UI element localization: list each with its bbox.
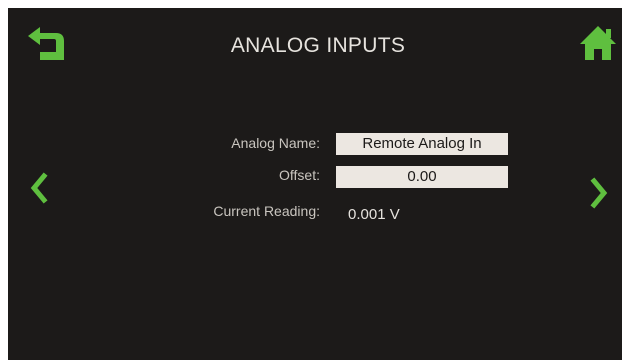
offset-field[interactable]: 0.00 [336,166,508,188]
back-arrow-icon [28,27,64,60]
back-button[interactable] [26,26,66,62]
analog-name-field[interactable]: Remote Analog In [336,133,508,155]
analog-inputs-screen: ANALOG INPUTS Analog Name: Remote Analog… [8,8,622,360]
next-page-button[interactable] [586,176,612,210]
home-icon [580,26,616,60]
offset-label: Offset: [279,167,320,183]
current-reading-label: Current Reading: [213,203,320,219]
analog-name-label: Analog Name: [231,135,320,151]
page-title: ANALOG INPUTS [230,34,406,57]
home-button[interactable] [578,24,618,62]
previous-page-button[interactable] [26,171,52,205]
chevron-left-icon [30,172,48,204]
chevron-right-icon [590,177,608,209]
current-reading-value: 0.001 V [348,206,400,223]
